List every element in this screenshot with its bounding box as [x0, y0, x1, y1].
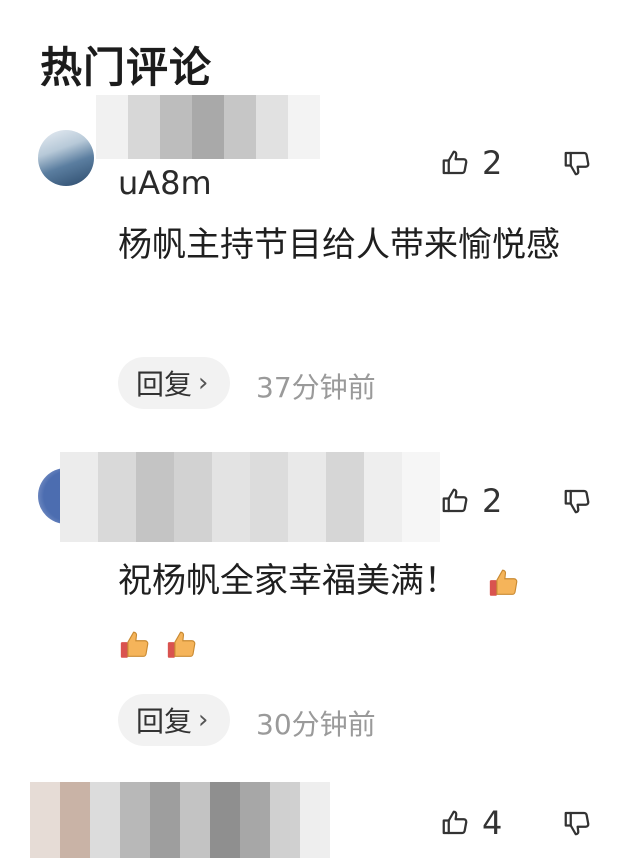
chevron-right-icon: ›: [198, 368, 209, 398]
reply-button[interactable]: 回复 ›: [118, 357, 231, 409]
dislike-button[interactable]: [562, 486, 592, 520]
comment-text: 祝杨帆全家幸福美满！: [118, 550, 588, 674]
reply-label: 回复: [136, 368, 193, 401]
hot-comments-title: 热门评论: [40, 43, 213, 92]
thumbs-up-icon: [442, 488, 468, 513]
thumbs-up-icon: [442, 810, 468, 835]
like-button[interactable]: 2: [440, 482, 502, 520]
thumbs-down-icon: [564, 811, 590, 836]
blurred-username: [96, 95, 320, 159]
timestamp: 30分钟前: [256, 708, 376, 741]
thumbs-up-emoji-icon: [489, 569, 518, 596]
thumbs-up-icon: [442, 150, 468, 175]
chevron-right-icon: ›: [198, 705, 209, 735]
comment-text: 杨帆主持节目给人带来愉悦感: [118, 225, 560, 265]
username[interactable]: uA8m: [118, 164, 212, 202]
comment-text-body: 祝杨帆全家幸福美满！: [118, 561, 458, 601]
blurred-username: [30, 782, 330, 858]
reply-button[interactable]: 回复 ›: [118, 694, 231, 746]
thumbs-down-icon: [564, 151, 590, 176]
thumbs-down-icon: [564, 489, 590, 514]
timestamp: 37分钟前: [256, 371, 376, 404]
like-count: 2: [482, 482, 503, 520]
reply-label: 回复: [136, 705, 193, 738]
blurred-username: [60, 452, 440, 542]
like-count: 2: [482, 144, 503, 182]
thumbs-up-emoji-icon: [120, 631, 149, 658]
dislike-button[interactable]: [562, 808, 592, 842]
thumbs-up-emoji-icon: [167, 631, 196, 658]
avatar[interactable]: [38, 130, 94, 186]
like-count: 4: [482, 804, 503, 842]
like-button[interactable]: 2: [440, 144, 502, 182]
like-button[interactable]: 4: [440, 804, 502, 842]
dislike-button[interactable]: [562, 148, 592, 182]
